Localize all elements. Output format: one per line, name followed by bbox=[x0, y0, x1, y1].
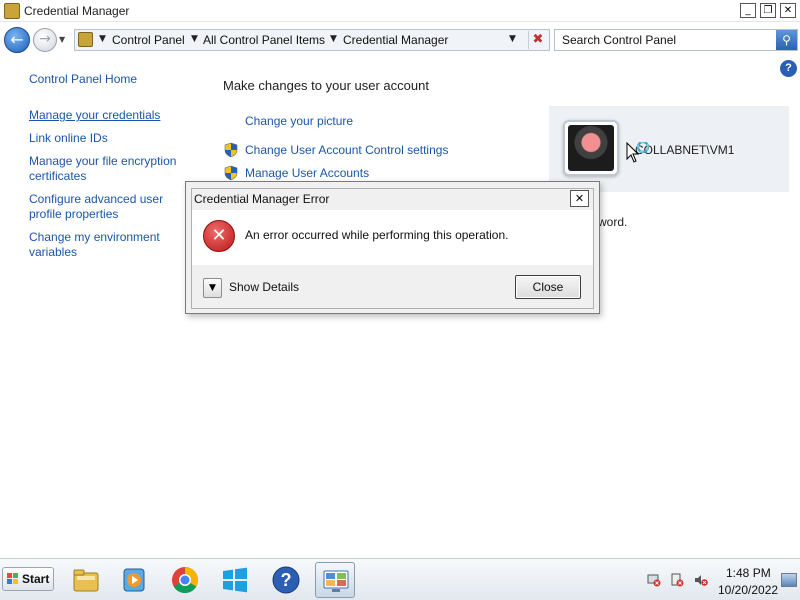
busy-cursor-icon bbox=[626, 142, 650, 163]
change-picture-link[interactable]: Change your picture bbox=[245, 114, 353, 128]
network-error-icon[interactable] bbox=[647, 573, 661, 587]
windows-flag-icon bbox=[7, 573, 19, 585]
control-panel-icon bbox=[323, 570, 349, 592]
error-message: An error occurred while performing this … bbox=[245, 228, 509, 242]
search-box[interactable]: Search Control Panel ⚲ bbox=[554, 29, 798, 51]
file-explorer-icon bbox=[73, 569, 99, 592]
taskbar-windows[interactable] bbox=[215, 562, 255, 598]
system-tray: 1:48 PM 10/20/2022 bbox=[640, 561, 800, 599]
taskbar-media-player[interactable] bbox=[114, 562, 154, 598]
close-window-button[interactable]: ✕ bbox=[780, 3, 796, 18]
manage-user-accounts-link[interactable]: Manage User Accounts bbox=[245, 166, 369, 180]
address-bar[interactable]: ▼ Control Panel ▼ All Control Panel Item… bbox=[74, 29, 550, 51]
advanced-profile-properties-link[interactable]: Configure advanced user profile properti… bbox=[29, 192, 179, 222]
recent-pages-dropdown-icon[interactable]: ▼ bbox=[59, 35, 65, 44]
svg-text:?: ? bbox=[281, 570, 292, 590]
search-input[interactable]: Search Control Panel bbox=[562, 33, 676, 47]
show-desktop-icon[interactable] bbox=[781, 573, 797, 587]
credential-manager-icon bbox=[4, 3, 20, 19]
dialog-close-icon[interactable]: ✕ bbox=[570, 190, 589, 207]
file-encryption-certificates-link[interactable]: Manage your file encryption certificates bbox=[29, 154, 194, 184]
breadcrumb-arrow-icon[interactable]: ▼ bbox=[99, 34, 106, 44]
breadcrumb-credential-manager[interactable]: Credential Manager bbox=[343, 33, 448, 47]
taskbar-help[interactable]: ? bbox=[266, 562, 306, 598]
maximize-button[interactable]: ❐ bbox=[760, 3, 776, 18]
breadcrumb-arrow-icon[interactable]: ▼ bbox=[330, 34, 337, 44]
user-avatar[interactable] bbox=[563, 120, 619, 176]
show-details-label[interactable]: Show Details bbox=[229, 280, 299, 294]
error-icon: ✕ bbox=[203, 220, 235, 252]
control-panel-address-icon bbox=[78, 32, 93, 47]
breadcrumb-all-items[interactable]: All Control Panel Items bbox=[203, 33, 325, 47]
environment-variables-link[interactable]: Change my environment variables bbox=[29, 230, 179, 260]
show-details-toggle[interactable]: ▼ bbox=[203, 278, 222, 298]
control-panel-home-link[interactable]: Control Panel Home bbox=[29, 72, 137, 87]
refresh-icon[interactable]: ✖ bbox=[528, 31, 547, 49]
user-account-tile: COLLABNET\VM1 bbox=[549, 106, 789, 192]
uac-settings-link[interactable]: Change User Account Control settings bbox=[245, 143, 448, 157]
help-icon: ? bbox=[272, 566, 300, 594]
breadcrumb-control-panel[interactable]: Control Panel bbox=[112, 33, 185, 47]
volume-muted-icon[interactable] bbox=[694, 573, 708, 587]
manage-credentials-link[interactable]: Manage your credentials bbox=[29, 108, 160, 123]
page-heading: Make changes to your user account bbox=[223, 78, 429, 93]
action-center-icon[interactable] bbox=[670, 573, 684, 587]
window-title: Credential Manager bbox=[24, 4, 130, 18]
uac-shield-icon bbox=[224, 142, 238, 158]
dialog-message-area: ✕ An error occurred while performing thi… bbox=[192, 210, 593, 265]
start-label: Start bbox=[22, 572, 50, 586]
uac-shield-icon bbox=[224, 165, 238, 181]
taskbar: Start ? 1:48 PM 10/20/2022 bbox=[0, 558, 800, 600]
dialog-close-button[interactable]: Close bbox=[515, 275, 581, 299]
title-bar: Credential Manager _ ❐ ✕ bbox=[0, 0, 800, 22]
taskbar-chrome[interactable] bbox=[165, 562, 205, 598]
back-button[interactable]: ← bbox=[4, 27, 30, 53]
search-icon[interactable]: ⚲ bbox=[776, 30, 797, 50]
navigation-bar: ← → ▼ ▼ Control Panel ▼ All Control Pane… bbox=[0, 24, 800, 56]
chrome-icon bbox=[172, 567, 199, 594]
forward-button[interactable]: → bbox=[33, 28, 57, 52]
media-player-icon bbox=[123, 568, 145, 592]
breadcrumb-arrow-icon[interactable]: ▼ bbox=[191, 34, 198, 44]
dialog-title: Credential Manager Error bbox=[194, 192, 330, 206]
minimize-button[interactable]: _ bbox=[740, 3, 756, 18]
credential-manager-error-dialog: Credential Manager Error ✕ ✕ An error oc… bbox=[185, 181, 600, 314]
taskbar-file-explorer[interactable] bbox=[66, 562, 106, 598]
help-icon[interactable]: ? bbox=[780, 60, 797, 77]
taskbar-control-panel[interactable] bbox=[315, 562, 355, 598]
windows-logo-icon bbox=[223, 567, 247, 593]
partially-hidden-text: word. bbox=[598, 215, 628, 229]
clock-time[interactable]: 1:48 PM bbox=[726, 566, 771, 580]
address-dropdown-icon[interactable]: ▼ bbox=[509, 34, 516, 44]
clock-date[interactable]: 10/20/2022 bbox=[718, 583, 778, 597]
link-online-ids-link[interactable]: Link online IDs bbox=[29, 131, 108, 146]
start-button[interactable]: Start bbox=[2, 567, 54, 591]
